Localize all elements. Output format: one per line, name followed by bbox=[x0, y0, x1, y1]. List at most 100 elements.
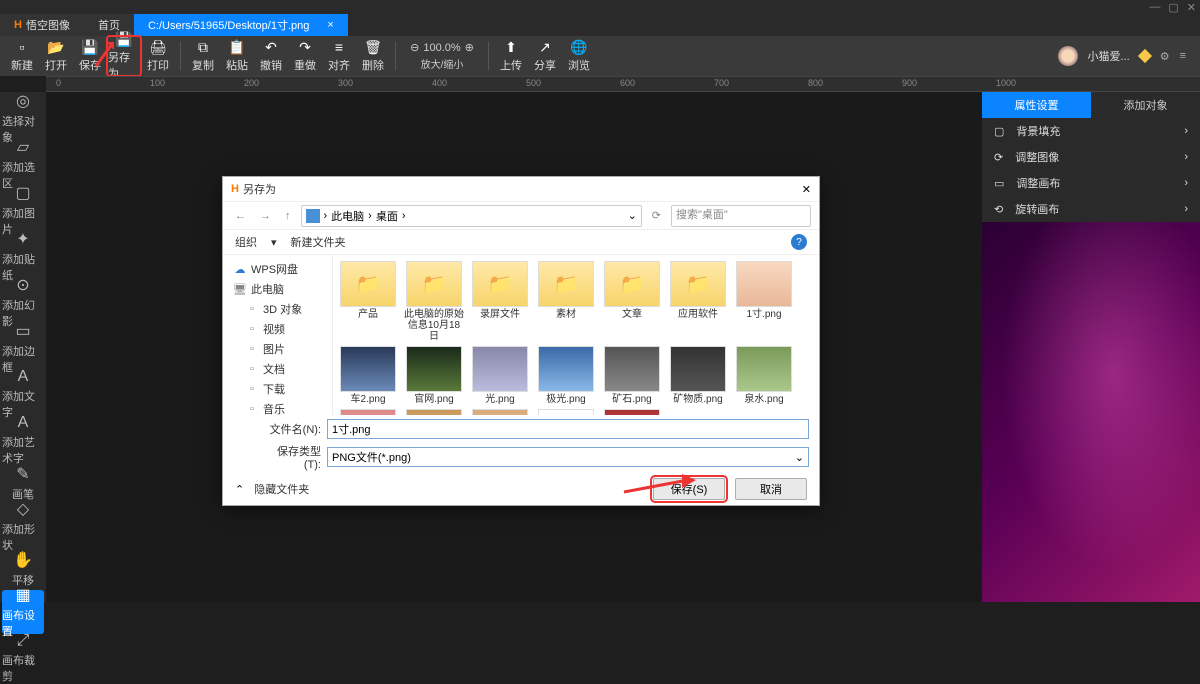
tree-node[interactable]: ▫文档 bbox=[223, 359, 332, 379]
upload-button[interactable]: ⬆上传 bbox=[495, 37, 527, 75]
file-item[interactable]: 📁产品 bbox=[337, 261, 399, 342]
redo-button[interactable]: ↷重做 bbox=[289, 37, 321, 75]
breadcrumb[interactable]: › 此电脑 › 桌面 › ⌄ bbox=[301, 205, 642, 227]
print-button[interactable]: 🖨打印 bbox=[142, 37, 174, 75]
dialog-titlebar: H另存为 ✕ bbox=[223, 177, 819, 201]
user-avatar[interactable] bbox=[1058, 46, 1078, 66]
tree-node[interactable]: ▫图片 bbox=[223, 339, 332, 359]
new-folder-button[interactable]: 新建文件夹 bbox=[291, 234, 346, 250]
file-item[interactable]: 泉水.png bbox=[733, 346, 795, 405]
user-name: 小猫爱... bbox=[1088, 48, 1130, 64]
tree-node[interactable]: ▫视频 bbox=[223, 319, 332, 339]
new-button[interactable]: ▫新建 bbox=[6, 37, 38, 75]
tool-画布裁剪[interactable]: ⤢画布裁剪 bbox=[2, 636, 44, 680]
maximize-icon[interactable]: ▢ bbox=[1168, 1, 1178, 14]
tool-添加幻影[interactable]: ⊙添加幻影 bbox=[2, 280, 44, 324]
prop-旋转画布[interactable]: ⟲旋转画布› bbox=[982, 196, 1200, 222]
tool-label: 添加形状 bbox=[2, 521, 44, 553]
zoom-control[interactable]: ⊖100.0%⊕ 放大/缩小 bbox=[402, 41, 482, 71]
file-item[interactable]: 矿物质.png bbox=[667, 346, 729, 405]
crumb-dropdown-icon[interactable]: ⌄ bbox=[628, 209, 637, 222]
nav-forward-icon[interactable]: → bbox=[256, 210, 275, 222]
tree-node[interactable]: ☁WPS网盘 bbox=[223, 259, 332, 279]
crumb-sep: › bbox=[368, 210, 372, 222]
prop-调整图像[interactable]: ⟳调整图像› bbox=[982, 144, 1200, 170]
refresh-icon[interactable]: ⟳ bbox=[648, 209, 665, 222]
browse-button[interactable]: 🌐浏览 bbox=[563, 37, 595, 75]
file-item[interactable]: 📁素材 bbox=[535, 261, 597, 342]
close-icon[interactable]: ✕ bbox=[1187, 1, 1196, 14]
crumb-pc[interactable]: 此电脑 bbox=[331, 208, 364, 224]
app-logo-icon: H bbox=[14, 19, 22, 31]
tab-add-object[interactable]: 添加对象 bbox=[1091, 92, 1200, 118]
open-button[interactable]: 📂打开 bbox=[40, 37, 72, 75]
zoomin-icon[interactable]: ⊕ bbox=[465, 41, 474, 54]
tool-添加选区[interactable]: ▱添加选区 bbox=[2, 142, 44, 186]
file-item[interactable]: 光.png bbox=[469, 346, 531, 405]
prop-背景填充[interactable]: ▢背景填充› bbox=[982, 118, 1200, 144]
paste-button[interactable]: 📋粘贴 bbox=[221, 37, 253, 75]
file-item[interactable]: 官网.png bbox=[403, 346, 465, 405]
file-item[interactable]: 📁此电脑的原始信息10月18日 bbox=[403, 261, 465, 342]
tool-画布设置[interactable]: ▦画布设置 bbox=[2, 590, 44, 634]
tree-node[interactable]: ▫音乐 bbox=[223, 399, 332, 415]
align-icon: ≡ bbox=[331, 39, 347, 55]
menu-icon[interactable]: ≡ bbox=[1180, 50, 1186, 62]
saveas-button[interactable]: 💾另存为 bbox=[108, 37, 140, 75]
cancel-button[interactable]: 取消 bbox=[735, 478, 807, 500]
file-list[interactable]: 📁产品📁此电脑的原始信息10月18日📁录屏文件📁素材📁文章📁应用软件1寸.png… bbox=[333, 255, 819, 415]
file-item[interactable]: 📁录屏文件 bbox=[469, 261, 531, 342]
tool-添加边框[interactable]: ▭添加边框 bbox=[2, 326, 44, 370]
tool-平移[interactable]: ✋平移 bbox=[2, 550, 44, 588]
search-input[interactable]: 搜索"桌面" bbox=[671, 205, 811, 227]
tool-添加贴纸[interactable]: ✦添加贴纸 bbox=[2, 234, 44, 278]
hide-folders-link[interactable]: 隐藏文件夹 bbox=[254, 481, 309, 497]
save-confirm-button[interactable]: 保存(S) bbox=[653, 478, 725, 500]
file-item[interactable]: 极光.png bbox=[535, 346, 597, 405]
nav-up-icon[interactable]: ↑ bbox=[281, 210, 295, 222]
tool-添加艺术字[interactable]: A添加艺术字 bbox=[2, 418, 44, 462]
file-item[interactable]: 矿石.png bbox=[601, 346, 663, 405]
premium-icon[interactable] bbox=[1138, 49, 1152, 63]
help-icon[interactable]: ? bbox=[791, 234, 807, 250]
zoomout-icon[interactable]: ⊖ bbox=[410, 41, 419, 54]
align-button[interactable]: ≡对齐 bbox=[323, 37, 355, 75]
filetype-select[interactable]: PNG文件(*.png)⌄ bbox=[327, 447, 809, 467]
tab-close-icon[interactable]: × bbox=[327, 19, 333, 31]
file-item[interactable]: 车2.png bbox=[337, 346, 399, 405]
settings-icon[interactable]: ⚙ bbox=[1160, 50, 1170, 63]
tree-node[interactable]: ▫下载 bbox=[223, 379, 332, 399]
tab-properties[interactable]: 属性设置 bbox=[982, 92, 1091, 118]
minimize-icon[interactable]: — bbox=[1149, 1, 1160, 14]
file-item[interactable]: 📁文章 bbox=[601, 261, 663, 342]
tool-画笔[interactable]: ✎画笔 bbox=[2, 464, 44, 502]
file-item[interactable]: 📁应用软件 bbox=[667, 261, 729, 342]
organize-menu[interactable]: 组织 bbox=[235, 234, 257, 250]
prop-调整画布[interactable]: ▭调整画布› bbox=[982, 170, 1200, 196]
filename-input[interactable] bbox=[327, 419, 809, 439]
tab-file[interactable]: C:/Users/51965/Desktop/1寸.png× bbox=[134, 14, 348, 36]
crumb-desktop[interactable]: 桌面 bbox=[376, 208, 398, 224]
tree-node[interactable]: ▫3D 对象 bbox=[223, 299, 332, 319]
tree-icon: ▫ bbox=[245, 343, 259, 355]
share-button[interactable]: ↗分享 bbox=[529, 37, 561, 75]
copy-button[interactable]: ⧉复制 bbox=[187, 37, 219, 75]
tab-app[interactable]: H 悟空图像 bbox=[0, 14, 84, 36]
tool-添加形状[interactable]: ◇添加形状 bbox=[2, 504, 44, 548]
delete-button[interactable]: 🗑删除 bbox=[357, 37, 389, 75]
tool-添加文字[interactable]: A添加文字 bbox=[2, 372, 44, 416]
ruler-mark: 200 bbox=[244, 78, 259, 88]
app-name: 悟空图像 bbox=[26, 17, 70, 33]
tool-添加图片[interactable]: ▢添加图片 bbox=[2, 188, 44, 232]
tab-bar: H悟空图像 首页 C:/Users/51965/Desktop/1寸.png× bbox=[0, 14, 1200, 36]
tool-选择对象[interactable]: ◎选择对象 bbox=[2, 96, 44, 140]
browse-icon: 🌐 bbox=[571, 39, 587, 55]
dialog-close-icon[interactable]: ✕ bbox=[802, 183, 811, 196]
tree-node[interactable]: 🖥此电脑 bbox=[223, 279, 332, 299]
nav-back-icon[interactable]: ← bbox=[231, 210, 250, 222]
collapse-icon[interactable]: ⌃ bbox=[235, 483, 244, 496]
file-item[interactable]: 1寸.png bbox=[733, 261, 795, 342]
file-label: 车2.png bbox=[350, 394, 385, 405]
undo-button[interactable]: ↶撤销 bbox=[255, 37, 287, 75]
save-button[interactable]: 💾保存 bbox=[74, 37, 106, 75]
